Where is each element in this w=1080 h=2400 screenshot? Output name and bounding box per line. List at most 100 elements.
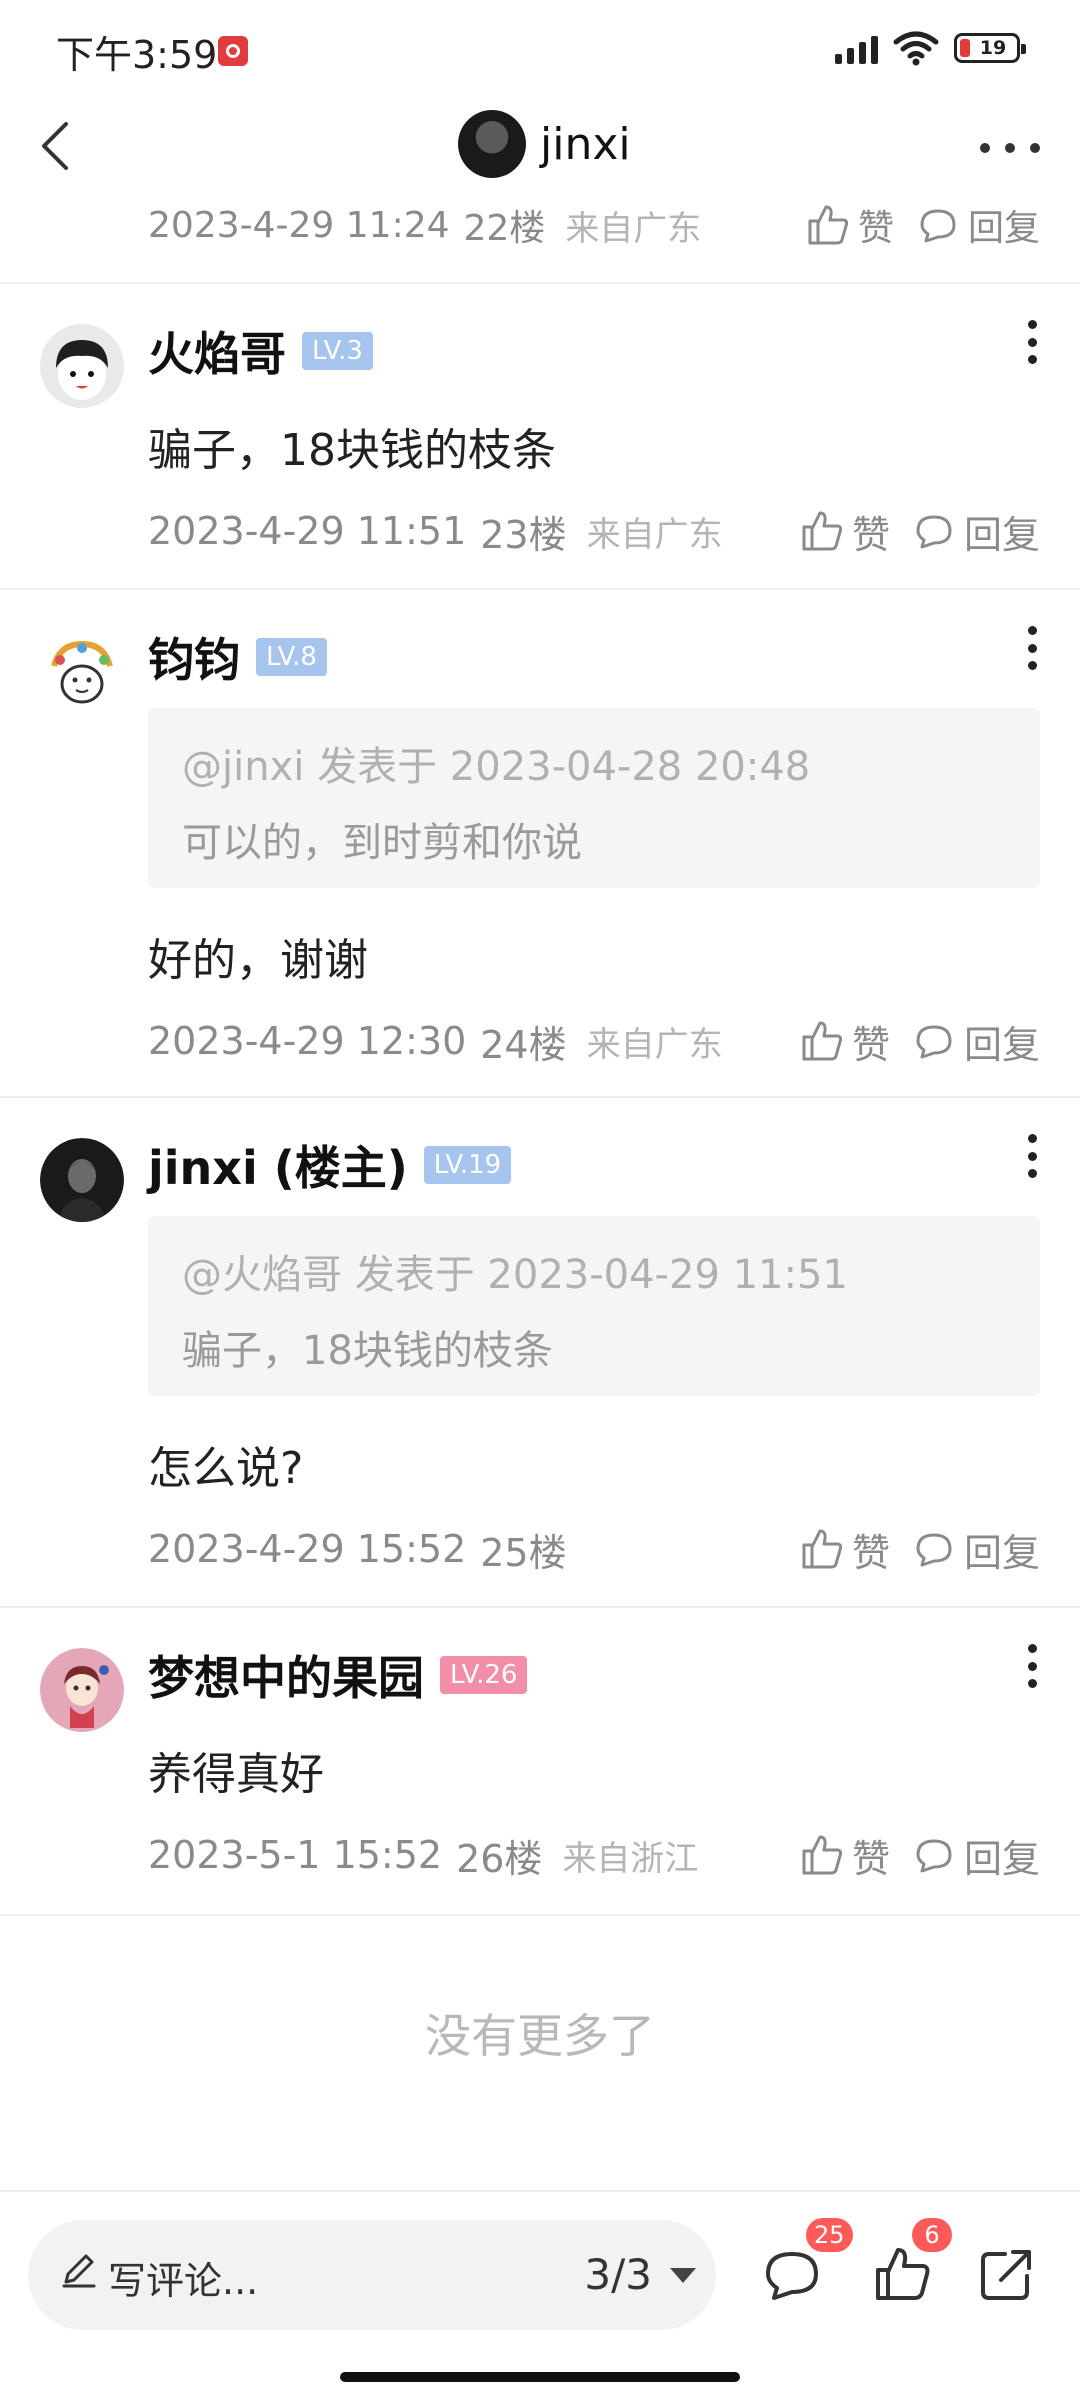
comment-bubble-icon <box>916 1533 952 1567</box>
comment-placeholder: 写评论... <box>108 2259 259 2303</box>
status-time: 下午3:59 <box>56 33 218 77</box>
comment-item: 火焰哥 LV.3 骗子，18块钱的枝条 2023-4-29 11:51 23楼 … <box>0 284 1080 590</box>
more-icon[interactable] <box>980 128 1040 168</box>
comment-meta-row: 2023-4-29 11:51 23楼 来自广东 赞 回复 <box>148 504 1040 559</box>
comment-floor: 25楼 <box>480 1530 567 1575</box>
comment-floor: 22楼 <box>463 208 546 249</box>
comment-username[interactable]: 钧钧 <box>148 624 240 690</box>
comment-text: 骗子，18块钱的枝条 <box>148 425 556 476</box>
end-of-list-text: 没有更多了 <box>425 2009 655 2063</box>
header-username: jinxi <box>540 118 631 170</box>
comment-bubble-icon[interactable] <box>760 2242 824 2306</box>
comment-location: 来自广东 <box>565 208 702 249</box>
quote-author: @jinxi 发表于 2023-04-28 20:48 <box>182 744 811 790</box>
kebab-icon[interactable] <box>1026 1134 1038 1178</box>
reply-button[interactable]: 回复 <box>912 1828 1040 1883</box>
signal-icon <box>835 32 878 64</box>
avatar[interactable] <box>40 324 124 408</box>
battery-level: 19 <box>979 37 1007 59</box>
quoted-reply[interactable]: @火焰哥 发表于 2023-04-29 11:51 骗子，18块钱的枝条 <box>148 1216 1040 1396</box>
level-badge: LV.8 <box>256 638 327 676</box>
home-indicator[interactable] <box>340 2372 740 2382</box>
comment-username[interactable]: 火焰哥 <box>148 318 286 384</box>
battery-icon: 19 <box>954 33 1026 63</box>
comment-meta-row: 2023-4-29 12:30 24楼 来自广东 赞 回复 <box>148 1014 1040 1069</box>
status-bar: 下午3:59 19 <box>0 0 1080 96</box>
thumb-up-icon <box>802 511 843 551</box>
reply-label: 回复 <box>963 1530 1040 1575</box>
like-button[interactable]: 赞 <box>800 1828 890 1883</box>
comment-meta-row: 2023-4-29 11:24 22楼 来自广东 赞 回复 <box>148 200 1040 250</box>
reply-label: 回复 <box>963 512 1040 557</box>
kebab-icon[interactable] <box>1026 626 1038 670</box>
comment-date: 2023-4-29 15:52 <box>148 1527 467 1571</box>
level-badge: LV.3 <box>302 332 373 370</box>
comment-item: 钧钧 LV.8 @jinxi 发表于 2023-04-28 20:48 可以的，… <box>0 590 1080 1096</box>
kebab-icon[interactable] <box>1026 320 1038 364</box>
comment-item: 梦想中的果园 LV.26 养得真好 2023-5-1 15:52 26楼 来自浙… <box>0 1608 1080 1914</box>
comment-meta-row: 2023-5-1 15:52 26楼 来自浙江 赞 回复 <box>148 1828 1040 1883</box>
page-indicator[interactable]: 3/3 <box>584 2250 652 2299</box>
avatar[interactable] <box>40 1138 124 1222</box>
comment-date: 2023-4-29 11:24 <box>148 204 450 246</box>
quote-author: @火焰哥 发表于 2023-04-29 11:51 <box>182 1252 848 1298</box>
reply-label: 回复 <box>967 208 1040 249</box>
reply-button[interactable]: 回复 <box>912 1522 1040 1577</box>
avatar[interactable] <box>458 110 526 178</box>
like-label: 赞 <box>851 1022 890 1067</box>
comment-bubble-icon <box>920 209 956 243</box>
level-badge: LV.19 <box>423 1146 512 1184</box>
like-label: 赞 <box>851 1836 890 1881</box>
comment-count-badge: 25 <box>806 2218 853 2252</box>
comment-location: 来自广东 <box>586 1024 723 1065</box>
comment-text: 好的，谢谢 <box>148 935 368 986</box>
quote-text: 可以的，到时剪和你说 <box>182 820 582 866</box>
app-notification-icon <box>218 36 248 66</box>
quoted-reply[interactable]: @jinxi 发表于 2023-04-28 20:48 可以的，到时剪和你说 <box>148 708 1040 888</box>
comment-floor: 26楼 <box>456 1836 543 1881</box>
comment-item: jinxi (楼主) LV.19 @火焰哥 发表于 2023-04-29 11:… <box>0 1098 1080 1606</box>
quote-text: 骗子，18块钱的枝条 <box>182 1328 553 1374</box>
reply-button[interactable]: 回复 <box>912 1014 1040 1069</box>
comment-floor: 23楼 <box>480 512 567 557</box>
comment-bubble-icon <box>916 1025 952 1059</box>
reply-button[interactable]: 回复 <box>916 199 1040 251</box>
back-icon[interactable] <box>28 116 88 176</box>
comment-bubble-icon <box>916 515 952 549</box>
bottom-bar: 写评论... 3/3 25 6 <box>0 2190 1080 2400</box>
like-button[interactable]: 赞 <box>806 199 894 251</box>
reply-label: 回复 <box>963 1022 1040 1067</box>
comment-input[interactable]: 写评论... 3/3 <box>28 2220 716 2330</box>
wifi-icon <box>893 31 939 66</box>
like-count-badge: 6 <box>912 2218 952 2252</box>
share-icon[interactable] <box>975 2242 1039 2306</box>
level-badge: LV.26 <box>440 1656 528 1694</box>
pen-icon <box>62 2254 96 2288</box>
divider <box>0 1914 1080 1916</box>
like-button[interactable]: 赞 <box>800 504 890 559</box>
avatar[interactable] <box>40 1648 124 1732</box>
comment-location: 来自广东 <box>586 514 723 555</box>
avatar[interactable] <box>40 630 124 714</box>
header-user[interactable]: jinxi <box>458 110 631 178</box>
thumb-up-icon <box>802 1835 843 1875</box>
thumb-up-icon <box>802 1021 843 1061</box>
like-label: 赞 <box>851 1530 890 1575</box>
comment-text: 养得真好 <box>148 1749 324 1800</box>
chevron-down-icon[interactable] <box>670 2268 696 2283</box>
like-button[interactable]: 赞 <box>800 1522 890 1577</box>
header: jinxi <box>0 96 1080 196</box>
comment-date: 2023-4-29 11:51 <box>148 509 467 553</box>
comment-username[interactable]: jinxi (楼主) <box>148 1132 408 1198</box>
like-label: 赞 <box>851 512 890 557</box>
comment-date: 2023-5-1 15:52 <box>148 1833 443 1877</box>
like-button[interactable]: 赞 <box>800 1014 890 1069</box>
comment-date: 2023-4-29 12:30 <box>148 1019 467 1063</box>
reply-button[interactable]: 回复 <box>912 504 1040 559</box>
comment-username[interactable]: 梦想中的果园 <box>148 1642 424 1708</box>
comment-text: 怎么说? <box>148 1443 304 1494</box>
thumb-up-icon <box>802 1529 843 1569</box>
thumb-up-icon <box>808 205 849 245</box>
kebab-icon[interactable] <box>1026 1644 1038 1688</box>
reply-label: 回复 <box>963 1836 1040 1881</box>
